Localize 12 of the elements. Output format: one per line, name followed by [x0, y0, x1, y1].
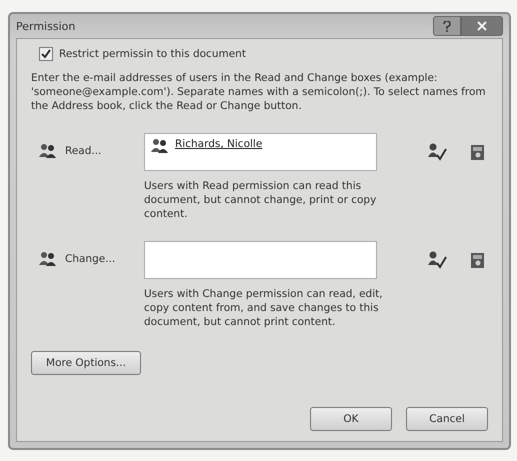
permission-description: Users with Change permission can read, edit, copy content from, and save changes to this document, but cannot print content. [144, 287, 384, 329]
permission-button[interactable]: Change... [39, 241, 144, 268]
restrict-label[interactable]: Restrict permissin to this document [59, 48, 246, 60]
permission-description: Users with Read permission can read this document, but cannot change, print or copy content. [144, 179, 378, 221]
instructions-text: Enter the e-mail addresses of users in the Read and Change boxes (example: 'someone@example.com'). Separate names with a semicolon(;). To select names from the Address book, click the Read or Change button. [31, 71, 487, 113]
ok-button[interactable]: OK [310, 407, 392, 431]
window-title: Permission [16, 20, 76, 32]
more-options-button[interactable]: More Options... [31, 351, 141, 375]
cancel-button[interactable]: Cancel [406, 407, 488, 431]
user-name[interactable]: Richards, Nicolle [175, 138, 262, 150]
permission-button[interactable]: Read... [39, 133, 144, 160]
users-field[interactable]: Richards, Nicolle [144, 133, 377, 171]
